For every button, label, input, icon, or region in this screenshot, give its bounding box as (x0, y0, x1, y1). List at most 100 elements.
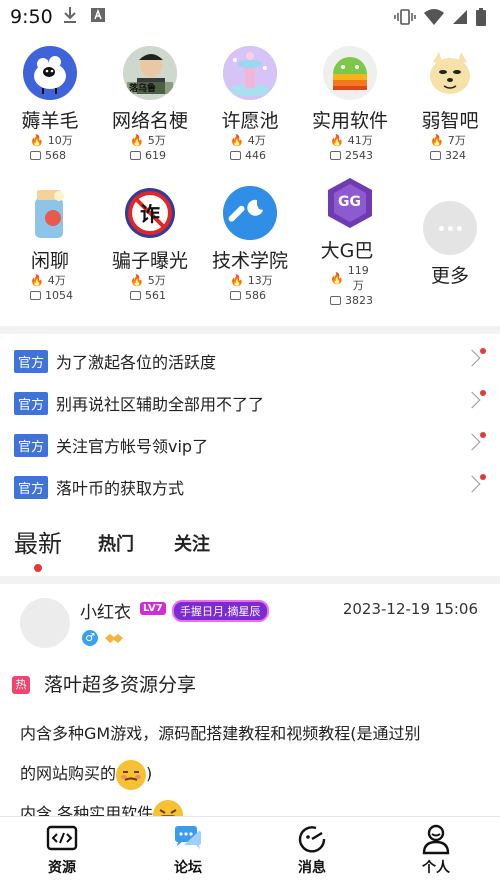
fire-icon: 🔥 (330, 134, 344, 147)
forum-memes[interactable]: 落乌鲁 网络名梗 🔥 5万 619 (100, 46, 200, 163)
notice-item[interactable]: 官方 落叶币的获取方式 (0, 466, 500, 508)
official-tag: 官方 (14, 433, 49, 457)
fire-icon: 🔥 (30, 274, 44, 287)
signal-icon (453, 10, 467, 24)
android-avatar (323, 46, 377, 100)
comment-icon (330, 151, 341, 160)
handshake-icon (105, 634, 123, 643)
forum-comments: 324 (445, 149, 466, 162)
code-icon (46, 823, 78, 855)
forum-more[interactable]: 更多 (400, 201, 500, 288)
forum-heat: 7万 (447, 134, 466, 147)
forum-wishing-well[interactable]: 许愿池 🔥 4万 446 (200, 46, 300, 163)
nav-label: 论坛 (174, 860, 202, 876)
fire-icon: 🔥 (230, 134, 244, 147)
forum-chat[interactable]: 闲聊 🔥 4万 1054 (0, 186, 100, 303)
forum-grid: 薅羊毛 🔥 10万 568 落乌鲁 网络名梗 🔥 5万 619 许愿池 🔥 4万 44… (0, 36, 500, 326)
nav-resources[interactable]: 资源 (22, 823, 102, 877)
hot-tag: 热 (12, 676, 30, 694)
forum-comments: 586 (245, 289, 266, 302)
notice-item[interactable]: 官方 别再说社区辅助全部用不了了 (0, 382, 500, 424)
post-body-line: 内含多种GM游戏，源码配搭建教程和视频教程(是通过别 (20, 724, 421, 743)
fire-icon: 🔥 (130, 134, 144, 147)
fountain-avatar (223, 46, 277, 100)
forum-name: 许愿池 (221, 110, 279, 132)
comment-icon (230, 151, 241, 160)
forum-comments: 1054 (45, 289, 73, 302)
fire-icon: 🔥 (30, 134, 44, 147)
forum-comments: 561 (145, 289, 166, 302)
chevron-right-icon (463, 391, 481, 409)
forum-name: 薅羊毛 (21, 110, 79, 132)
forum-big-g[interactable]: GG 大G巴 🔥 119 万 3823 (300, 176, 400, 308)
no-scam-avatar-text: 诈 (140, 202, 160, 226)
comment-icon (30, 151, 41, 160)
post-username[interactable]: 小红衣 (80, 598, 131, 623)
forum-name: 骗子曝光 (111, 250, 188, 272)
divider (0, 576, 500, 584)
forum-tech-academy[interactable]: 技术学院 🔥 13万 586 (200, 186, 300, 303)
notice-text: 为了激起各位的活跃度 (56, 353, 217, 372)
wifi-icon (424, 9, 444, 25)
person-icon (420, 823, 452, 855)
unread-dot (480, 474, 486, 480)
no-scam-avatar: 诈 (123, 186, 177, 240)
forum-comments: 619 (145, 149, 166, 162)
notice-item[interactable]: 官方 关注官方帐号领vip了 (0, 424, 500, 466)
bottom-nav: 资源 论坛 消息 个人 (0, 816, 500, 888)
forum-name: 技术学院 (211, 250, 288, 272)
tab-hot[interactable]: 热门 (98, 530, 134, 556)
forum-heat: 4万 (47, 274, 66, 287)
male-icon: ♂ (82, 630, 98, 646)
nav-profile[interactable]: 个人 (396, 823, 476, 877)
official-notices: 官方 为了激起各位的活跃度 官方 别再说社区辅助全部用不了了 官方 关注官方帐号… (0, 340, 500, 508)
forum-name: 大G巴 (320, 240, 374, 262)
vibrate-icon (394, 9, 416, 25)
nav-messages[interactable]: 消息 (272, 823, 352, 877)
forum-wool[interactable]: 薅羊毛 🔥 10万 568 (0, 46, 100, 163)
nav-forum[interactable]: 论坛 (148, 823, 228, 877)
post-body-line: 的网站购买的 (20, 764, 117, 783)
gg-avatar-text: GG (338, 194, 361, 210)
download-icon (64, 7, 76, 23)
notice-text: 别再说社区辅助全部用不了了 (56, 395, 265, 414)
forum-scam-exposure[interactable]: 诈 骗子曝光 🔥 5万 561 (100, 186, 200, 303)
forum-heat: 10万 (47, 134, 73, 147)
comment-icon (330, 296, 341, 305)
notice-item[interactable]: 官方 为了激起各位的活跃度 (0, 340, 500, 382)
official-tag: 官方 (14, 475, 49, 499)
forum-ruozhi[interactable]: 弱智吧 🔥 7万 324 (400, 46, 500, 163)
title-badge: 手握日月,摘星辰 (172, 600, 269, 622)
post-title[interactable]: 落叶超多资源分享 (44, 670, 196, 697)
status-time: 9:50 (10, 6, 53, 28)
status-bar: 9:50 (0, 0, 500, 34)
avatar[interactable] (20, 598, 70, 648)
forum-heat: 119 万 (347, 264, 369, 292)
unread-dot (480, 390, 486, 396)
more-icon (423, 201, 477, 255)
post-time: 2023-12-19 15:06 (342, 600, 478, 618)
forum-useful-software[interactable]: 实用软件 🔥 41万 2543 (300, 46, 400, 163)
memes-avatar: 落乌鲁 (123, 46, 177, 100)
forum-comments: 2543 (345, 149, 373, 162)
forum-heat: 4万 (247, 134, 266, 147)
smug-emoji-icon (116, 759, 147, 790)
tab-following[interactable]: 关注 (174, 530, 210, 556)
forum-heat: 5万 (147, 134, 166, 147)
unread-dot (480, 348, 486, 354)
post-body-line: ) (146, 764, 153, 783)
notice-text: 关注官方帐号领vip了 (56, 437, 209, 456)
doge-avatar (423, 46, 477, 100)
official-tag: 官方 (14, 349, 49, 373)
forum-name: 弱智吧 (421, 110, 479, 132)
official-tag: 官方 (14, 391, 49, 415)
gg-hexagon-avatar: GG (323, 176, 377, 230)
notice-text: 落叶币的获取方式 (56, 479, 185, 498)
divider (0, 326, 500, 334)
comment-icon (230, 291, 241, 300)
nav-label: 消息 (298, 860, 326, 876)
active-tab-indicator (34, 564, 42, 572)
forum-heat: 5万 (147, 274, 166, 287)
message-icon (296, 823, 328, 855)
tab-latest[interactable]: 最新 (14, 524, 62, 559)
